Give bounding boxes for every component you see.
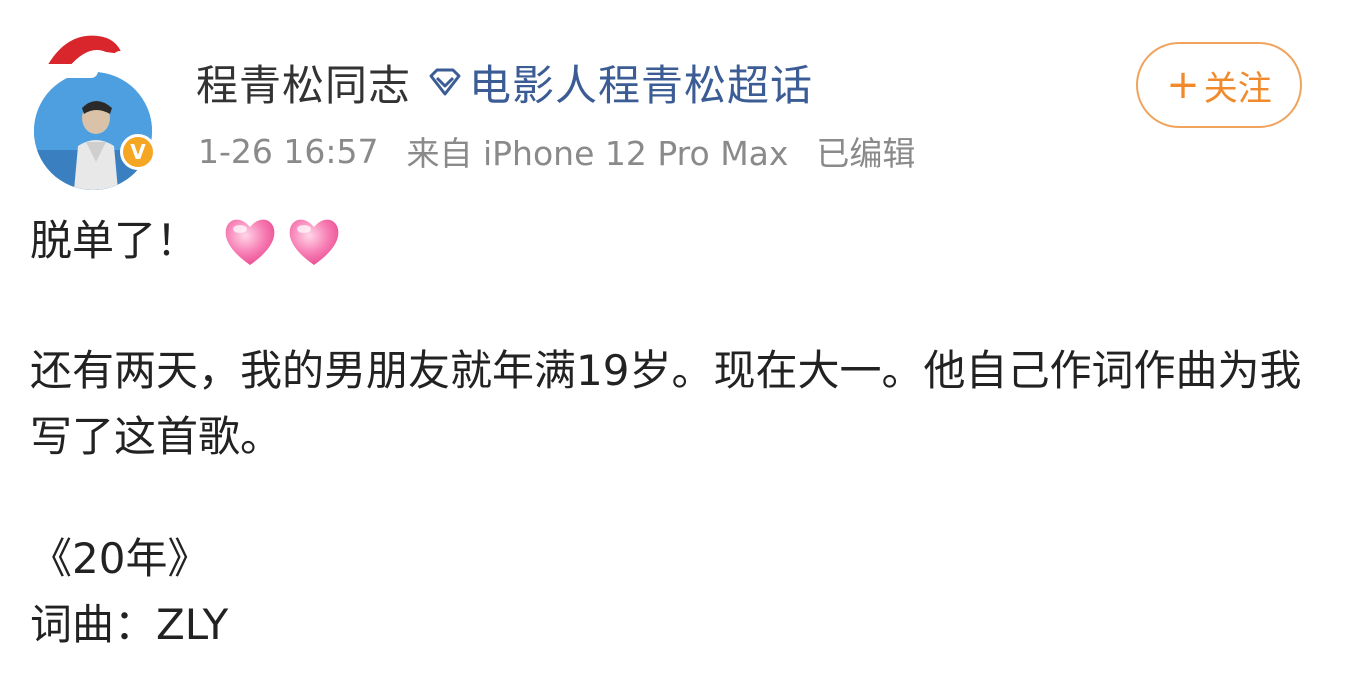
post-meta: 1-26 16:57 来自 iPhone 12 Pro Max 已编辑 bbox=[198, 124, 943, 178]
weibo-post: V 程青松同志 电影人程青松超话 1-26 16:57 来自 iPhone 12… bbox=[0, 0, 1354, 693]
post-content: 脱单了！ 还有两天，我的男朋友就年满19岁。现在大一。他自己作词作曲为我写了这首… bbox=[30, 206, 1320, 658]
pink-heart-icon bbox=[225, 219, 275, 265]
plus-icon: + bbox=[1166, 62, 1200, 108]
username[interactable]: 程青松同志 bbox=[196, 52, 411, 113]
topic-link[interactable]: 电影人程青松超话 bbox=[469, 52, 813, 113]
song-credits: 词曲：ZLY bbox=[30, 600, 229, 649]
follow-label: 关注 bbox=[1203, 68, 1272, 109]
post-header: 程青松同志 电影人程青松超话 bbox=[196, 52, 813, 112]
post-timestamp[interactable]: 1-26 16:57 bbox=[198, 132, 379, 171]
verified-badge-icon: V bbox=[120, 134, 156, 170]
avatar-container[interactable]: V bbox=[32, 28, 156, 190]
content-paragraph: 还有两天，我的男朋友就年满19岁。现在大一。他自己作词作曲为我写了这首歌。 bbox=[30, 346, 1302, 461]
content-text: 脱单了！ bbox=[30, 216, 199, 265]
follow-button[interactable]: + 关注 bbox=[1136, 42, 1302, 128]
content-line: 脱单了！ bbox=[30, 206, 1320, 276]
heart-emojis bbox=[222, 215, 350, 267]
post-source: 来自 iPhone 12 Pro Max bbox=[406, 134, 789, 173]
avatar[interactable] bbox=[34, 72, 152, 190]
pink-heart-icon bbox=[289, 219, 339, 265]
edited-label[interactable]: 已编辑 bbox=[816, 127, 915, 175]
diamond-topic-icon bbox=[429, 68, 461, 96]
santa-hat-icon bbox=[40, 35, 126, 78]
song-title: 《20年》 bbox=[30, 534, 210, 583]
